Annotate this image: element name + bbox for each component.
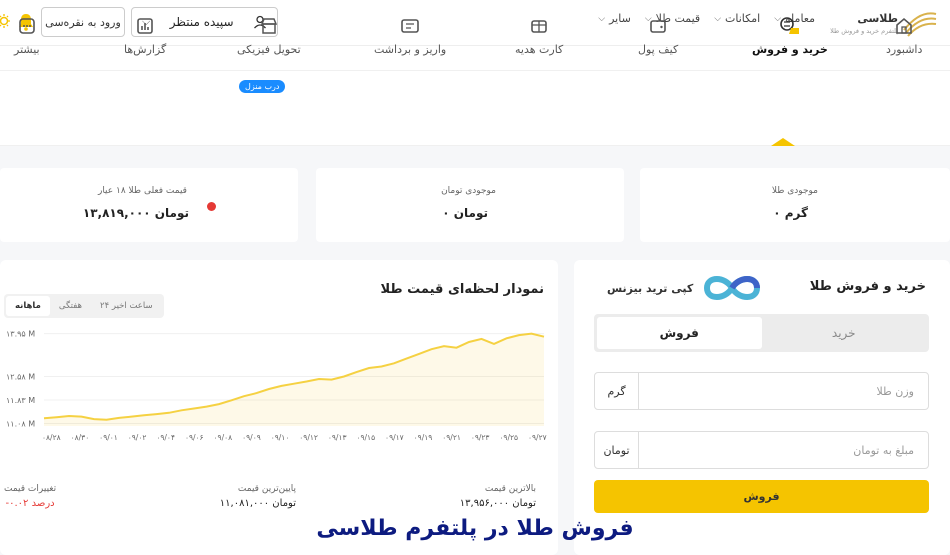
brand-name: کپی ترید بیزنس <box>607 281 694 295</box>
x-tick-label: ۰۹/۲۱ <box>442 433 461 442</box>
x-tick-label: ۰۹/۱۰ <box>271 433 290 442</box>
price-change-label: تغییرات قیمت <box>4 484 57 494</box>
x-tick-label: ۰۸/۳۰ <box>71 433 90 442</box>
sun-icon[interactable] <box>0 13 12 29</box>
gold-price-value: ۱۳,۸۱۹,۰۰۰ تومان <box>82 206 189 220</box>
x-tick-label: ۰۹/۰۱ <box>99 433 118 442</box>
buy-tab[interactable]: خرید <box>762 317 927 349</box>
x-tick-label: ۰۹/۰۴ <box>156 433 175 442</box>
wallet-icon <box>650 20 666 33</box>
x-tick-label: ۰۹/۰۸ <box>214 433 233 442</box>
deposit-icon <box>401 19 419 33</box>
page-caption: فروش طلا در پلتفرم طلاسی <box>316 516 634 541</box>
gold-balance-value: ۰ گرم <box>773 206 808 220</box>
tab-label: کارت هدیه <box>515 43 564 56</box>
x-tick-label: ۰۹/۲۷ <box>528 433 547 442</box>
nav-label: سایر <box>609 12 631 25</box>
range-24h[interactable]: ۲۴ ساعت اخیر <box>91 296 162 316</box>
tab-label: بیشتر <box>14 43 40 56</box>
gold-balance-label: موجودی طلا <box>771 186 818 196</box>
amount-unit: تومان <box>595 432 639 468</box>
active-tab-indicator <box>771 138 795 146</box>
x-tick-label: ۰۹/۲۵ <box>499 433 518 442</box>
tab-dashboard[interactable]: داشبورد <box>886 16 922 56</box>
amount-field: تومان <box>594 431 929 469</box>
tab-label: خرید و فروش <box>752 43 828 56</box>
chart-title: نمودار لحظه‌ای قیمت طلا <box>380 282 544 297</box>
price-change-value: -۰.۰۲ درصد <box>5 498 55 509</box>
brand-watermark: کپی ترید بیزنس <box>607 268 765 308</box>
tab-reports[interactable]: گزارش‌ها <box>124 16 166 56</box>
tab-label: داشبورد <box>886 43 923 56</box>
gold-price-label: قیمت فعلی طلا ۱۸ عیار <box>97 186 187 196</box>
trade-title: خرید و فروش طلا <box>809 279 926 294</box>
infinity-logo-icon <box>704 276 761 300</box>
nav-item-other[interactable]: سایر ⌵ <box>598 12 631 25</box>
min-price-value: ۱۱,۰۸۱,۰۰۰ تومان <box>219 498 296 509</box>
x-tick-label: ۰۹/۰۶ <box>185 433 204 442</box>
user-name: سپیده منتظر <box>169 15 234 29</box>
price-chart: ۱۳.۹۵ M ۱۲.۵۸ M ۱۱.۸۳ M ۱۱.۰۸ M ۰۸/۲۸ ۰۸/۳۰ ۰۹… <box>6 330 547 442</box>
range-selector: ۲۴ ساعت اخیر هفتگی ماهانه <box>4 294 164 318</box>
exchange-icon <box>780 17 799 34</box>
price-change-summary: تغییرات قیمت -۰.۰۲ درصد <box>4 484 56 509</box>
x-tick-label: ۰۹/۱۳ <box>328 433 347 442</box>
max-price-value: ۱۳,۹۵۶,۰۰۰ تومان <box>459 498 536 509</box>
x-tick-label: ۰۹/۱۹ <box>414 433 433 442</box>
gift-card-icon <box>531 20 547 33</box>
tab-physical-delivery[interactable]: تحویل فیزیکی <box>237 16 301 56</box>
weight-input[interactable] <box>639 373 928 409</box>
weight-field: گرم <box>594 372 929 410</box>
login-button[interactable]: ورود به نقره‌سی <box>41 7 125 37</box>
y-tick-label: ۱۲.۵۸ M <box>6 372 35 381</box>
gold-balance-card: موجودی طلا ۰ گرم <box>640 168 950 242</box>
tab-buy-sell[interactable]: خرید و فروش <box>752 16 828 56</box>
x-tick-label: ۰۹/۱۲ <box>299 433 318 442</box>
amount-input[interactable] <box>639 432 928 468</box>
max-price-label: بالاترین قیمت <box>484 484 536 494</box>
tab-label: گزارش‌ها <box>124 43 167 56</box>
feature-tabs <box>0 70 950 146</box>
x-tick-label: ۰۹/۲۳ <box>471 433 490 442</box>
x-tick-label: ۰۹/۰۹ <box>242 433 261 442</box>
live-indicator <box>207 202 216 211</box>
price-area <box>44 333 544 426</box>
chevron-down-icon: ⌵ <box>598 13 606 24</box>
gold-price-card: قیمت فعلی طلا ۱۸ عیار ۱۳,۸۱۹,۰۰۰ تومان <box>0 168 298 242</box>
chevron-down-icon: ⌵ <box>714 13 722 24</box>
weight-unit: گرم <box>595 373 639 409</box>
home-icon <box>896 17 912 34</box>
sell-tab[interactable]: فروش <box>597 317 762 349</box>
tab-label: واریز و برداشت <box>374 43 447 56</box>
tab-label: تحویل فیزیکی <box>237 43 301 56</box>
range-monthly[interactable]: ماهانه <box>6 296 50 316</box>
x-tick-label: ۰۸/۲۸ <box>42 433 61 442</box>
y-tick-label: ۱۳.۹۵ M <box>6 330 35 339</box>
trade-mode-toggle: خرید فروش <box>594 314 929 352</box>
y-tick-label: ۱۱.۰۸ M <box>6 419 35 428</box>
toman-balance-card: موجودی تومان ۰ تومان <box>316 168 624 242</box>
x-tick-label: ۰۹/۱۵ <box>356 433 375 442</box>
sell-button[interactable]: فروش <box>594 480 929 513</box>
y-tick-label: ۱۱.۸۳ M <box>6 396 35 405</box>
tab-deposit-withdraw[interactable]: واریز و برداشت <box>374 16 446 56</box>
trade-panel: خرید و فروش طلا کپی ترید بیزنس خرید فروش… <box>574 260 950 555</box>
home-delivery-badge: درب منزل <box>239 80 286 93</box>
tab-wallet[interactable]: کیف پول <box>638 16 678 56</box>
x-tick-label: ۰۹/۰۲ <box>128 433 147 442</box>
tab-more[interactable]: بیشتر <box>14 16 40 56</box>
min-price-label: پایین‌ترین قیمت <box>237 484 296 494</box>
toman-balance-label: موجودی تومان <box>441 186 496 196</box>
toman-balance-value: ۰ تومان <box>442 206 488 220</box>
min-price-summary: پایین‌ترین قیمت ۱۱,۰۸۱,۰۰۰ تومان <box>220 484 296 509</box>
tab-label: کیف پول <box>638 43 679 56</box>
max-price-summary: بالاترین قیمت ۱۳,۹۵۶,۰۰۰ تومان <box>460 484 536 509</box>
report-icon <box>137 18 153 34</box>
store-icon <box>260 18 277 34</box>
x-tick-label: ۰۹/۱۷ <box>385 433 404 442</box>
chart-panel: نمودار لحظه‌ای قیمت طلا ۲۴ ساعت اخیر هفت… <box>0 260 558 555</box>
range-weekly[interactable]: هفتگی <box>50 296 91 316</box>
tab-gift-card[interactable]: کارت هدیه <box>515 16 563 56</box>
more-icon <box>18 18 35 34</box>
